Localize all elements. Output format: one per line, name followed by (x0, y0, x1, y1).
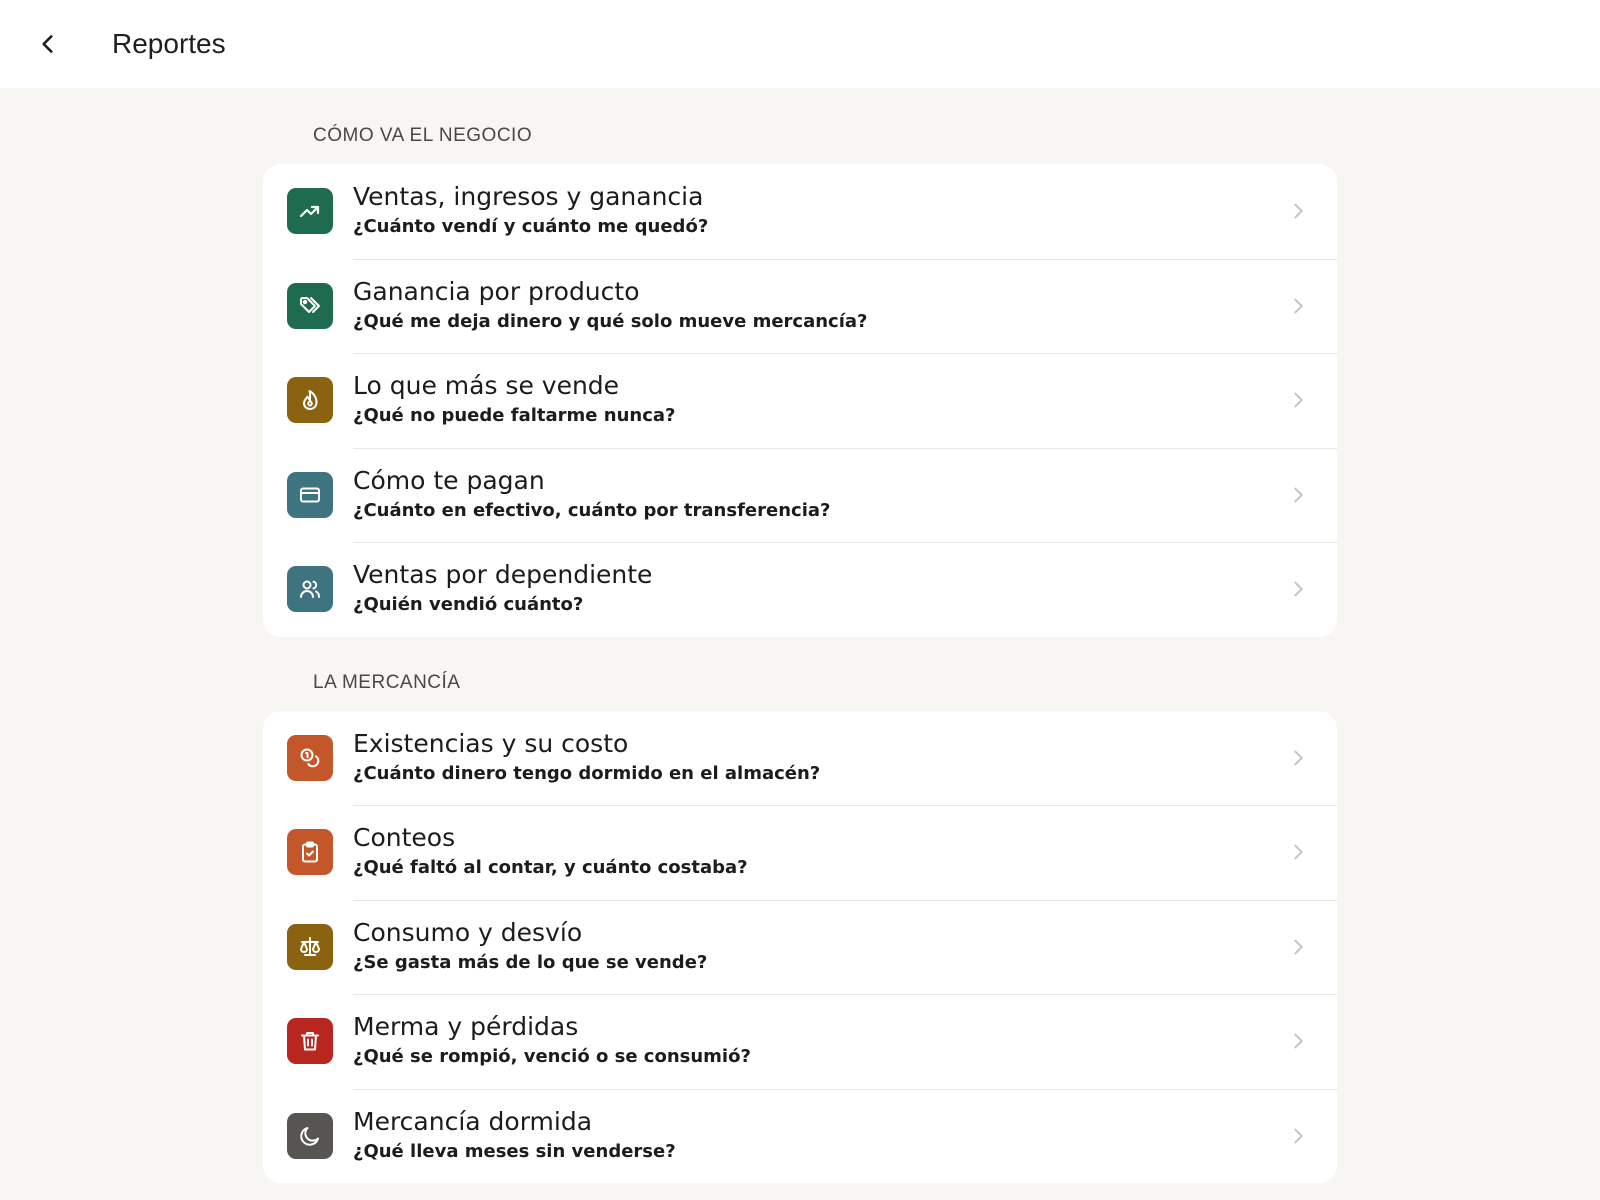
card-mercancia: Existencias y su costo ¿Cuánto dinero te… (263, 710, 1337, 1184)
row-title: Ganancia por producto (353, 276, 640, 306)
section-title-mercancia: LA MERCANCÍA (313, 671, 461, 693)
row-subtitle: ¿Qué se rompió, venció o se consumió? (353, 1046, 751, 1067)
chevron-right-icon (1294, 581, 1303, 597)
report-row-ventas[interactable]: Ventas, ingresos y ganancia ¿Cuánto vend… (263, 164, 1337, 259)
row-title: Existencias y su costo (353, 728, 629, 758)
chevron-right-icon (1294, 750, 1303, 765)
trending-up-icon (287, 188, 333, 234)
row-subtitle: ¿Cuánto en efectivo, cuánto por transfer… (353, 499, 831, 521)
card-negocio: Ventas, ingresos y ganancia ¿Cuánto vend… (263, 164, 1337, 637)
chevron-left-icon (42, 35, 53, 53)
chevron-right-icon (1294, 1033, 1303, 1049)
chevron-right-icon (1294, 487, 1303, 502)
row-subtitle: ¿Cuánto dinero tengo dormido en el almac… (353, 762, 821, 784)
section-title-negocio: CÓMO VA EL NEGOCIO (313, 125, 533, 146)
row-subtitle: ¿Se gasta más de lo que se vende? (353, 951, 708, 973)
clipboard-check-icon (287, 829, 333, 875)
report-row-dormida[interactable]: Mercancía dormida ¿Qué lleva meses sin v… (263, 1088, 1337, 1184)
row-title: Ventas por dependiente (353, 560, 653, 589)
report-row-merma[interactable]: Merma y pérdidas ¿Qué se rompió, venció … (263, 994, 1337, 1089)
report-row-existencias[interactable]: Existencias y su costo ¿Cuánto dinero te… (263, 711, 1337, 806)
chevron-right-icon (1294, 392, 1303, 408)
row-title: Ventas, ingresos y ganancia (353, 182, 704, 211)
row-title: Mercancía dormida (353, 1106, 593, 1136)
users-icon (287, 566, 333, 612)
report-row-mas-vendido[interactable]: Lo que más se vende ¿Qué no puede faltar… (263, 353, 1337, 448)
moon-icon (287, 1112, 333, 1159)
report-row-conteos[interactable]: Conteos ¿Qué faltó al contar, y cuánto c… (263, 805, 1337, 900)
chevron-right-icon (1294, 1128, 1303, 1143)
row-subtitle: ¿Cuánto vendí y cuánto me quedó? (353, 216, 709, 237)
chevron-right-icon (1294, 298, 1303, 313)
reports-list: CÓMO VA EL NEGOCIO Ventas, ingresos y ga… (263, 88, 1337, 1183)
report-row-ganancia-producto[interactable]: Ganancia por producto ¿Qué me deja diner… (263, 258, 1337, 354)
app-bar: Reportes (0, 0, 1600, 88)
row-subtitle: ¿Quién vendió cuánto? (353, 594, 584, 615)
row-subtitle: ¿Qué lleva meses sin venderse? (353, 1140, 676, 1162)
row-title: Cómo te pagan (353, 465, 545, 495)
row-title: Consumo y desvío (353, 917, 583, 947)
scale-icon (287, 923, 333, 970)
flame-icon (287, 377, 333, 423)
trash-icon (287, 1018, 333, 1064)
chevron-right-icon (1294, 203, 1303, 219)
credit-card-icon (287, 471, 333, 518)
row-subtitle: ¿Qué faltó al contar, y cuánto costaba? (353, 857, 748, 878)
back-button[interactable] (28, 24, 68, 64)
row-title: Lo que más se vende (353, 371, 620, 400)
row-title: Merma y pérdidas (353, 1012, 579, 1041)
chevron-right-icon (1294, 844, 1303, 860)
tags-icon (287, 282, 333, 329)
row-subtitle: ¿Qué no puede faltarme nunca? (353, 405, 676, 426)
chevron-right-icon (1294, 939, 1303, 954)
coins-icon (287, 734, 333, 781)
report-row-pagos[interactable]: Cómo te pagan ¿Cuánto en efectivo, cuánt… (263, 447, 1337, 543)
row-title: Conteos (353, 823, 456, 852)
page-title: Reportes (112, 28, 226, 59)
report-row-consumo[interactable]: Consumo y desvío ¿Se gasta más de lo que… (263, 899, 1337, 995)
row-subtitle: ¿Qué me deja dinero y qué solo mueve mer… (353, 310, 868, 332)
report-row-dependiente[interactable]: Ventas por dependiente ¿Quién vendió cuá… (263, 542, 1337, 637)
